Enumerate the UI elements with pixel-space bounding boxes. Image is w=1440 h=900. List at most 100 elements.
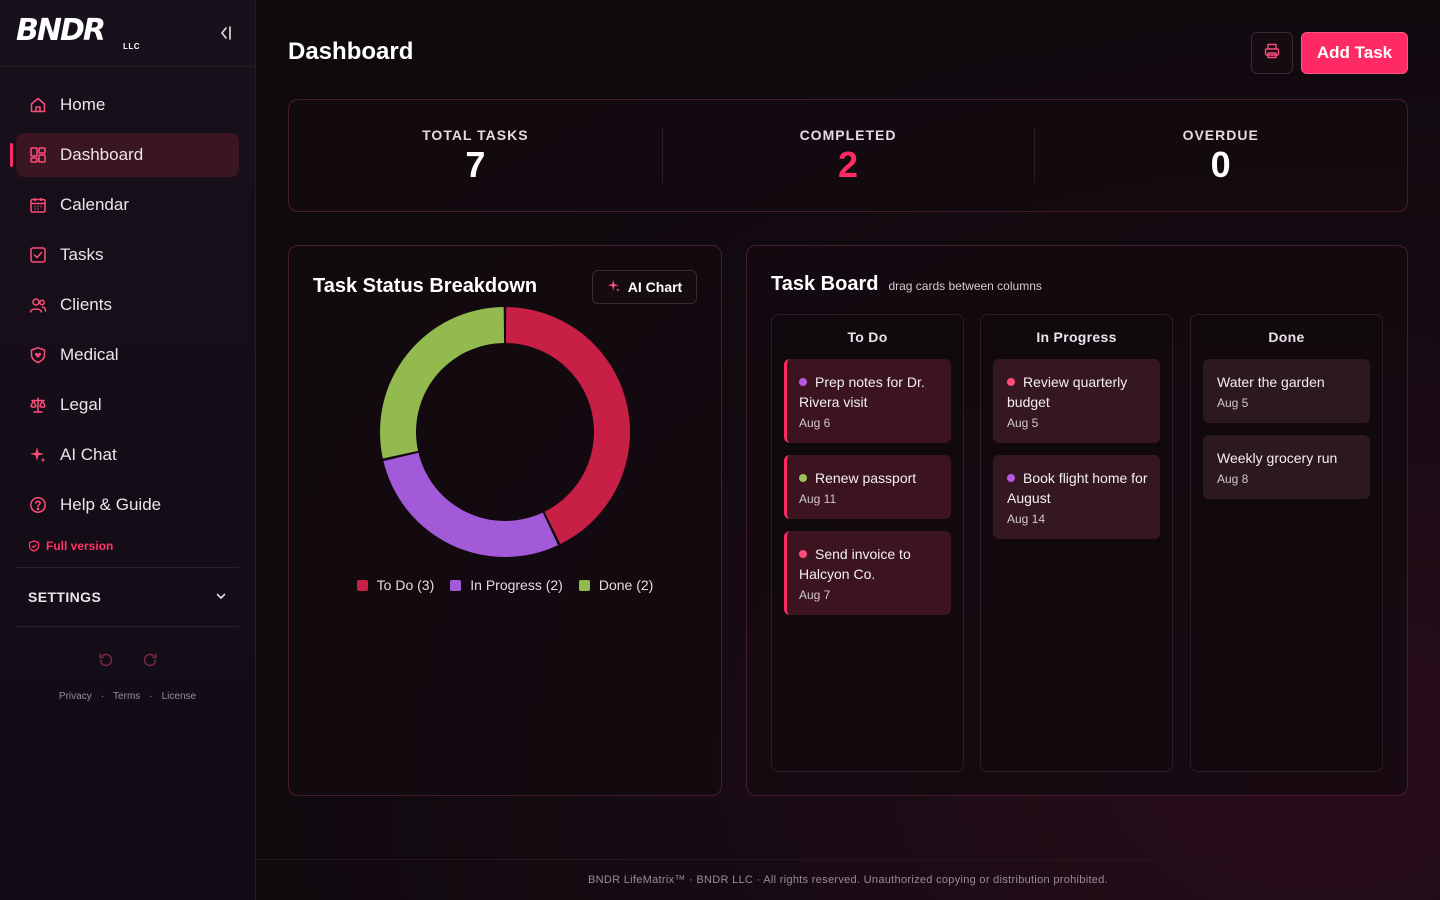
task-dot [799, 474, 807, 482]
settings-toggle[interactable]: SETTINGS [16, 567, 239, 627]
page-title: Dashboard [288, 38, 414, 65]
stat-value: 7 [465, 143, 486, 185]
legal-links: Privacy · Terms · License [0, 691, 255, 702]
sidebar: BNDR LLC Home Dashboard Calendar Tasks C… [0, 0, 256, 900]
privacy-link[interactable]: Privacy [59, 691, 92, 702]
donut-chart [380, 307, 631, 557]
donut-slice-done[interactable] [380, 307, 505, 459]
task-title: Renew passport [799, 468, 939, 488]
legend-swatch [578, 579, 590, 591]
legend-label: Done (2) [598, 577, 654, 593]
brand-bar: BNDR LLC [0, 0, 255, 67]
task-title: Review quarterly budget [1007, 374, 1128, 410]
stat-value: 2 [837, 143, 859, 185]
redo-icon[interactable] [141, 651, 159, 669]
license-link[interactable]: License [162, 691, 196, 702]
sidebar-item-label: AI Chat [60, 445, 117, 464]
legend-swatch [356, 579, 368, 591]
home-icon [28, 95, 48, 115]
legend-item: To Do (3) [356, 577, 434, 593]
task-dot [799, 378, 807, 386]
sidebar-item-ai-chat[interactable]: AI Chat [16, 433, 239, 477]
task-card[interactable]: Book flight home for August Aug 14 [993, 455, 1160, 539]
stat-label: OVERDUE [1182, 126, 1259, 143]
board-subtitle: drag cards between columns [888, 279, 1042, 293]
task-title: Prep notes for Dr. Rivera visit [799, 374, 925, 410]
full-version-link[interactable]: Full version [16, 533, 239, 559]
users-icon [28, 295, 48, 315]
printer-icon [1264, 43, 1280, 64]
ai-chart-button[interactable]: AI Chart [592, 270, 697, 304]
logo-wordmark: BNDR [16, 13, 106, 48]
undo-icon[interactable] [97, 651, 115, 669]
sidebar-item-clients[interactable]: Clients [16, 283, 239, 327]
task-date: Aug 7 [799, 588, 831, 602]
sidebar-item-label: Medical [60, 345, 119, 364]
sidebar-item-label: Clients [60, 295, 112, 314]
legend-label: In Progress (2) [470, 577, 563, 593]
donut-slice-in-progress[interactable] [383, 452, 559, 557]
sidebar-item-home[interactable]: Home [16, 83, 239, 127]
task-date: Aug 8 [1217, 472, 1249, 486]
board-title-text: Task Board [771, 273, 879, 295]
separator: · [100, 691, 105, 702]
logo[interactable]: BNDR LLC [16, 13, 140, 52]
task-card[interactable]: Renew passport Aug 11 [784, 455, 951, 519]
calendar-icon [28, 195, 48, 215]
stat-label: TOTAL TASKS [422, 126, 529, 143]
stat-total-tasks: TOTAL TASKS 7 [289, 100, 662, 211]
task-card[interactable]: Water the garden Aug 5 [1203, 359, 1370, 423]
sidebar-item-label: Legal [60, 395, 102, 414]
task-date: Aug 5 [1217, 396, 1249, 410]
column-in-progress[interactable]: In Progress Review quarterly budget Aug … [980, 314, 1173, 772]
sidebar-item-calendar[interactable]: Calendar [16, 183, 239, 227]
column-done[interactable]: Done Water the garden Aug 5 Weekly groce… [1190, 314, 1383, 772]
column-todo[interactable]: To Do Prep notes for Dr. Rivera visit Au… [771, 314, 964, 772]
main-content: Dashboard Add Task TOTAL TASKS 7 COMPLET… [256, 0, 1440, 900]
print-button[interactable] [1251, 32, 1293, 74]
sidebar-item-label: Help & Guide [60, 495, 162, 514]
card-title: Task Status Breakdown [313, 275, 538, 297]
column-title: To Do [847, 329, 888, 345]
full-version-label: Full version [46, 539, 114, 553]
sidebar-item-label: Dashboard [60, 145, 144, 164]
sparkle-icon [607, 279, 621, 296]
legend-item: In Progress (2) [450, 577, 563, 593]
help-icon [28, 495, 48, 515]
sidebar-item-dashboard[interactable]: Dashboard [10, 133, 239, 177]
sidebar-nav: Home Dashboard Calendar Tasks Clients Me… [0, 67, 255, 559]
legend-swatch [450, 579, 462, 591]
task-dot [799, 550, 807, 558]
sidebar-item-help[interactable]: Help & Guide [16, 483, 239, 527]
collapse-sidebar-icon[interactable] [217, 24, 235, 42]
stat-completed: COMPLETED 2 [661, 100, 1035, 211]
sidebar-item-tasks[interactable]: Tasks [16, 233, 239, 277]
add-task-button[interactable]: Add Task [1301, 32, 1408, 74]
task-title: Book flight home for August [1007, 470, 1148, 506]
terms-link[interactable]: Terms [113, 691, 140, 702]
column-title: Done [1268, 329, 1305, 345]
sparkle-icon [28, 445, 48, 465]
task-card[interactable]: Prep notes for Dr. Rivera visit Aug 6 [784, 359, 951, 443]
task-card[interactable]: Review quarterly budget Aug 5 [993, 359, 1160, 443]
board-title: Task Board drag cards between columns [771, 273, 1042, 296]
settings-label: SETTINGS [28, 589, 102, 605]
separator: · [149, 691, 153, 702]
sidebar-item-medical[interactable]: Medical [16, 333, 239, 377]
task-dot [1007, 474, 1015, 482]
donut-slice-to-do[interactable] [505, 307, 631, 545]
sidebar-item-label: Home [60, 95, 106, 114]
scales-icon [28, 395, 48, 415]
task-card[interactable]: Send invoice to Halcyon Co. Aug 7 [784, 531, 951, 615]
shield-check-icon [28, 540, 40, 552]
chevron-down-icon [215, 589, 227, 605]
task-title: Weekly grocery run [1217, 450, 1338, 466]
logo-suffix: LLC [122, 42, 140, 51]
sidebar-item-legal[interactable]: Legal [16, 383, 239, 427]
legend-item: Done (2) [578, 577, 654, 593]
heart-shield-icon [28, 345, 48, 365]
task-date: Aug 11 [799, 492, 837, 506]
checkbox-icon [28, 245, 48, 265]
task-title: Send invoice to Halcyon Co. [799, 546, 911, 582]
task-card[interactable]: Weekly grocery run Aug 8 [1203, 435, 1370, 499]
